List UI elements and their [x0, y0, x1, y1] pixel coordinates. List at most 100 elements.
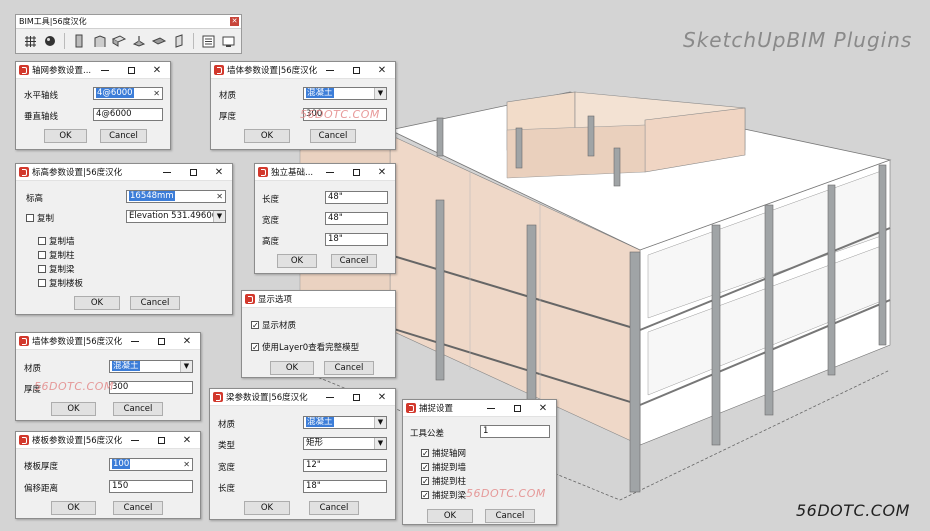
- level-input[interactable]: 16548mm ✕: [126, 190, 226, 203]
- minimize-icon[interactable]: [317, 164, 343, 180]
- column-icon[interactable]: [71, 33, 87, 49]
- checkbox-box[interactable]: ✓: [421, 449, 429, 458]
- material-select[interactable]: 混凝土 ▼: [109, 360, 193, 373]
- length-input[interactable]: 48": [325, 191, 388, 204]
- horizontal-axis-input[interactable]: 4@6000 ✕: [93, 87, 163, 100]
- ok-button[interactable]: OK: [244, 501, 290, 515]
- ok-button[interactable]: OK: [44, 129, 87, 143]
- close-icon[interactable]: ✕: [174, 432, 200, 448]
- cancel-button[interactable]: Cancel: [324, 361, 374, 375]
- snap-beam-checkbox[interactable]: ✓ 捕捉到梁: [421, 489, 466, 501]
- layer0-view-checkbox[interactable]: ✓ 使用Layer0查看完整模型: [251, 341, 359, 353]
- cancel-button[interactable]: Cancel: [100, 129, 147, 143]
- ok-button[interactable]: OK: [51, 501, 96, 515]
- minimize-icon[interactable]: [92, 62, 118, 78]
- checkbox-box[interactable]: ✓: [421, 491, 429, 500]
- checkbox-box[interactable]: ✓: [251, 321, 259, 330]
- copy-columns-checkbox[interactable]: 复制柱: [38, 249, 75, 261]
- vertical-axis-input[interactable]: 4@6000: [93, 108, 163, 121]
- length-input[interactable]: 18": [303, 480, 387, 493]
- cancel-button[interactable]: Cancel: [310, 129, 356, 143]
- height-input[interactable]: 18": [325, 233, 388, 246]
- chevron-down-icon[interactable]: ▼: [180, 361, 192, 372]
- chevron-down-icon[interactable]: ▼: [374, 88, 386, 99]
- minimize-icon[interactable]: [122, 333, 148, 349]
- minimize-icon[interactable]: [122, 432, 148, 448]
- copy-slabs-checkbox[interactable]: 复制楼板: [38, 277, 83, 289]
- cancel-button[interactable]: Cancel: [113, 402, 163, 416]
- list-icon[interactable]: [200, 33, 216, 49]
- tolerance-input[interactable]: 1: [480, 425, 550, 438]
- door-icon[interactable]: [171, 33, 187, 49]
- cancel-button[interactable]: Cancel: [331, 254, 377, 268]
- checkbox-box[interactable]: ✓: [421, 463, 429, 472]
- ok-button[interactable]: OK: [277, 254, 317, 268]
- snap-wall-checkbox[interactable]: ✓ 捕捉到墙: [421, 461, 466, 473]
- show-material-checkbox[interactable]: ✓ 显示材质: [251, 319, 296, 331]
- checkbox-box[interactable]: [38, 237, 46, 245]
- material-select[interactable]: 混凝土 ▼: [303, 87, 387, 100]
- snap-grid-checkbox[interactable]: ✓ 捕捉轴网: [421, 447, 466, 459]
- grid-icon[interactable]: [22, 33, 38, 49]
- checkbox-box[interactable]: ✓: [421, 477, 429, 486]
- width-input[interactable]: 48": [325, 212, 388, 225]
- maximize-icon[interactable]: [343, 62, 369, 78]
- wall-icon[interactable]: [91, 33, 107, 49]
- display-icon[interactable]: [220, 33, 236, 49]
- cancel-button[interactable]: Cancel: [309, 501, 359, 515]
- copy-elevation-select[interactable]: Elevation 531.49606299...▼: [126, 210, 226, 223]
- maximize-icon[interactable]: [148, 333, 174, 349]
- maximize-icon[interactable]: [118, 62, 144, 78]
- material-select[interactable]: 混凝土 ▼: [303, 416, 387, 429]
- slab-icon[interactable]: [151, 33, 167, 49]
- checkbox-box[interactable]: ✓: [251, 343, 259, 352]
- clear-icon[interactable]: ✕: [153, 88, 160, 99]
- close-icon[interactable]: ✕: [369, 62, 395, 78]
- minimize-icon[interactable]: [317, 389, 343, 405]
- maximize-icon[interactable]: [148, 432, 174, 448]
- chevron-down-icon[interactable]: ▼: [213, 211, 225, 222]
- close-icon[interactable]: ✕: [530, 400, 556, 416]
- clear-icon[interactable]: ✕: [183, 459, 190, 470]
- close-icon[interactable]: ✕: [206, 164, 232, 180]
- type-select[interactable]: 矩形 ▼: [303, 437, 387, 450]
- close-icon[interactable]: ✕: [369, 164, 395, 180]
- maximize-icon[interactable]: [180, 164, 206, 180]
- checkbox-box[interactable]: [38, 251, 46, 259]
- close-icon[interactable]: ✕: [369, 389, 395, 405]
- cancel-button[interactable]: Cancel: [113, 501, 163, 515]
- chevron-down-icon[interactable]: ▼: [374, 417, 386, 428]
- checkbox-box[interactable]: [38, 265, 46, 273]
- maximize-icon[interactable]: [504, 400, 530, 416]
- ok-button[interactable]: OK: [51, 402, 96, 416]
- close-icon[interactable]: ✕: [144, 62, 170, 78]
- checkbox-box[interactable]: [26, 214, 34, 222]
- cancel-button[interactable]: Cancel: [130, 296, 180, 310]
- copy-beams-checkbox[interactable]: 复制梁: [38, 263, 75, 275]
- thickness-input[interactable]: 300: [109, 381, 193, 394]
- ok-button[interactable]: OK: [427, 509, 473, 523]
- ok-button[interactable]: OK: [244, 129, 290, 143]
- close-icon[interactable]: ✕: [230, 17, 239, 26]
- slab-thickness-input[interactable]: 100 ✕: [109, 458, 193, 471]
- chevron-down-icon[interactable]: ▼: [374, 438, 386, 449]
- beam-icon[interactable]: [111, 33, 127, 49]
- foundation-icon[interactable]: [131, 33, 147, 49]
- minimize-icon[interactable]: [478, 400, 504, 416]
- ok-button[interactable]: OK: [74, 296, 120, 310]
- close-icon[interactable]: ✕: [174, 333, 200, 349]
- checkbox-box[interactable]: [38, 279, 46, 287]
- ball-icon[interactable]: [42, 33, 58, 49]
- cancel-button[interactable]: Cancel: [485, 509, 535, 523]
- minimize-icon[interactable]: [317, 62, 343, 78]
- copy-walls-checkbox[interactable]: 复制墙: [38, 235, 75, 247]
- clear-icon[interactable]: ✕: [216, 191, 223, 202]
- copy-checkbox[interactable]: 复制: [26, 212, 54, 224]
- ok-button[interactable]: OK: [270, 361, 314, 375]
- minimize-icon[interactable]: [154, 164, 180, 180]
- width-input[interactable]: 12": [303, 459, 387, 472]
- maximize-icon[interactable]: [343, 164, 369, 180]
- snap-column-checkbox[interactable]: ✓ 捕捉到柱: [421, 475, 466, 487]
- maximize-icon[interactable]: [343, 389, 369, 405]
- offset-input[interactable]: 150: [109, 480, 193, 493]
